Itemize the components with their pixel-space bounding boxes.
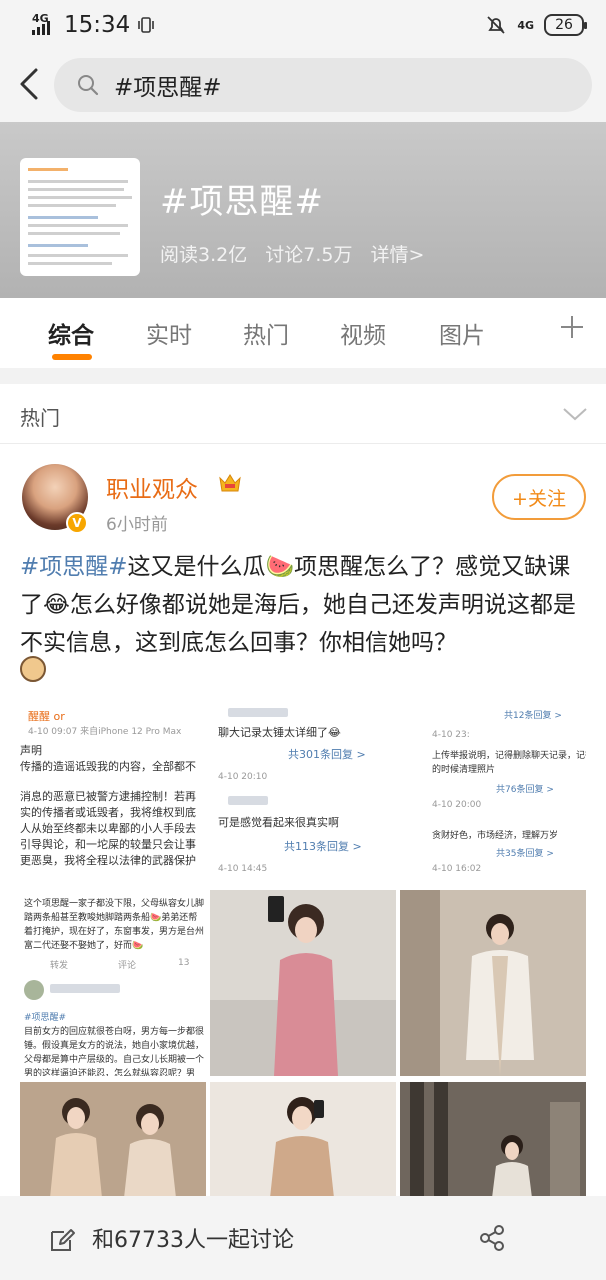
- post-image-4[interactable]: 这个项思醒一家子都没下限，父母纵容女儿脚 踏两条船甚至教唆她脚踏两条船🍉弟弟还帮…: [20, 890, 206, 1076]
- img3-line: 的时候清理照片: [432, 765, 496, 775]
- battery-icon: 26: [544, 14, 587, 36]
- img3-line: 共35条回复 >: [496, 849, 554, 859]
- img3-line: 上传举报说明，记得删除聊天记录，记得秒撤: [432, 751, 586, 761]
- share-icon[interactable]: [478, 1224, 506, 1252]
- section-label: 热门: [20, 406, 60, 430]
- read-count: 阅读3.2亿: [160, 244, 248, 266]
- img2-line: 聊大记录太锤太详细了😂: [218, 726, 341, 739]
- img1-line: 引导舆论，和一坨屎的较量只会让事: [20, 838, 196, 851]
- search-query: #项思醒#: [114, 75, 222, 101]
- tab-realtime[interactable]: 实时: [146, 316, 192, 350]
- img4-line: 这个项思醒一家子都没下限，父母纵容女儿脚: [24, 899, 205, 909]
- page: 4G 15:34 4G 26 #项思醒# #项思醒# 阅读3.2亿 讨论7.5万…: [0, 0, 606, 1280]
- vibrate-icon: [138, 17, 155, 33]
- topic-thumbnail[interactable]: [20, 158, 140, 276]
- img3-line: 共12条回复 >: [504, 711, 562, 721]
- plus-icon[interactable]: [558, 313, 586, 341]
- photo-interior: [400, 1082, 586, 1198]
- image-grid: 醒醒 or 4-10 09:07 来自iPhone 12 Pro Max 声明 …: [20, 698, 586, 1198]
- img4-line: 男的这样逼迫还能忍，怎么就纵容忍呢？男: [24, 1069, 196, 1076]
- img2-line: 4-10 14:45: [218, 864, 268, 874]
- hot-section-header[interactable]: 热门: [0, 384, 606, 444]
- post-username[interactable]: 职业观众: [106, 470, 198, 504]
- search-icon: [78, 75, 99, 96]
- tab-bar: 综合 实时 热门 视频 图片: [0, 298, 606, 368]
- post-image-5[interactable]: [210, 890, 396, 1076]
- network-label-right: 4G: [517, 18, 534, 32]
- discuss-button[interactable]: 和67733人一起讨论: [92, 1222, 294, 1254]
- tab-hot[interactable]: 热门: [243, 316, 289, 350]
- post-time: 6小时前: [106, 515, 168, 535]
- search-input[interactable]: #项思醒#: [54, 58, 592, 112]
- verified-badge-icon: V: [66, 512, 88, 534]
- tab-comprehensive[interactable]: 综合: [48, 316, 94, 350]
- photo-satin-dress: [20, 1082, 206, 1198]
- crown-icon: [219, 474, 241, 492]
- img2-line: 可是感觉看起来很真实啊: [218, 816, 339, 829]
- post-image-7[interactable]: [20, 1082, 206, 1198]
- img2-line: 4-10 20:10: [218, 772, 268, 782]
- img1-line: 声明: [20, 744, 42, 757]
- img1-author: 醒醒 or: [28, 710, 65, 723]
- mute-bell-icon: [487, 16, 505, 34]
- img1-line: 更恶臭，我将全程以法律的武器保护: [20, 854, 196, 867]
- follow-button[interactable]: +关注: [492, 474, 586, 520]
- img4-line: 目前女方的回应就很苍白呀，男方每一步都很: [24, 1027, 205, 1037]
- signal-strength-icon: 4G: [32, 13, 54, 37]
- back-arrow-icon[interactable]: [14, 64, 44, 104]
- discussion-count: 讨论7.5万: [265, 244, 353, 266]
- photo-white-blazer: [400, 890, 586, 1076]
- post-image-9[interactable]: [400, 1082, 586, 1198]
- divider: [0, 368, 606, 384]
- bottom-bar: 和67733人一起讨论: [0, 1196, 606, 1280]
- active-tab-indicator: [52, 354, 92, 360]
- img4-line: 富二代还娶不娶她了，好而🍉: [24, 941, 144, 951]
- img4-line: 父母都是算中产层级的。自己女儿长期被一个: [24, 1055, 205, 1065]
- img3-line: 贪财好色，市场经济，理解万岁: [432, 831, 559, 841]
- clock: 15:34: [64, 12, 131, 38]
- img4-line: 锤。假设真是女方的说法，她自小家境优越，: [24, 1041, 205, 1051]
- post-image-6[interactable]: [400, 890, 586, 1076]
- tab-video[interactable]: 视频: [340, 316, 386, 350]
- img1-line: 实的传播者或诋毁者，我将维权到底: [20, 806, 196, 819]
- img1-line: 人从始至终都未以卑鄙的小人手段去: [20, 822, 196, 835]
- img3-line: 4-10 16:02: [432, 864, 482, 874]
- search-header: #项思醒#: [0, 50, 606, 122]
- post-image-2[interactable]: 聊大记录太锤太详细了😂 共301条回复 > 4-10 20:10 可是感觉看起来…: [210, 698, 396, 884]
- edit-icon[interactable]: [48, 1226, 76, 1254]
- img4-line: 着打掩护，现在好了，东窗事发，男方是台州: [24, 927, 205, 937]
- topic-hero: #项思醒# 阅读3.2亿 讨论7.5万 详情>: [0, 122, 606, 298]
- post-image-1[interactable]: 醒醒 or 4-10 09:07 来自iPhone 12 Pro Max 声明 …: [20, 698, 206, 884]
- status-bar: 4G 15:34 4G 26: [0, 0, 606, 50]
- topic-stats: 阅读3.2亿 讨论7.5万 详情>: [160, 240, 436, 267]
- battery-level: 26: [555, 17, 573, 33]
- img1-meta: 4-10 09:07 来自iPhone 12 Pro Max: [28, 727, 182, 737]
- repost-label: 转发: [50, 961, 69, 971]
- details-link[interactable]: 详情>: [371, 244, 425, 266]
- comment-label: 评论: [118, 961, 137, 971]
- img4-line: 踏两条船甚至教唆她脚踏两条船🍉弟弟还帮: [24, 913, 198, 923]
- img2-line: 共301条回复 >: [288, 748, 366, 761]
- post-text: #项思醒#这又是什么瓜🍉项思醒怎么了？感觉又缺课了😂怎么好像都说她是海后，她自己…: [20, 548, 588, 662]
- cat-emoji-icon: [20, 656, 46, 682]
- img3-line: 4-10 23:: [432, 730, 470, 740]
- img3-line: 共76条回复 >: [496, 785, 554, 795]
- img1-line: 消息的恶意已被警方逮捕控制！若再: [20, 790, 196, 803]
- post-image-3[interactable]: 共12条回复 > 4-10 23: 上传举报说明，记得删除聊天记录，记得秒撤 的…: [400, 698, 586, 884]
- img3-line: 4-10 20:00: [432, 800, 482, 810]
- tab-images[interactable]: 图片: [439, 316, 485, 350]
- chevron-down-icon[interactable]: [562, 406, 588, 422]
- img4-line: #项思醒#: [24, 1013, 67, 1023]
- img1-line: 传播的造谣诋毁我的内容，全部都不: [20, 760, 196, 773]
- post-image-8[interactable]: [210, 1082, 396, 1198]
- post-hashtag[interactable]: #项思醒#: [20, 554, 128, 580]
- photo-pink-dress: [210, 890, 396, 1076]
- topic-title: #项思醒#: [160, 182, 324, 222]
- photo-knit-top: [210, 1082, 396, 1198]
- like-count: 13: [178, 958, 190, 968]
- img2-line: 共113条回复 >: [284, 840, 362, 853]
